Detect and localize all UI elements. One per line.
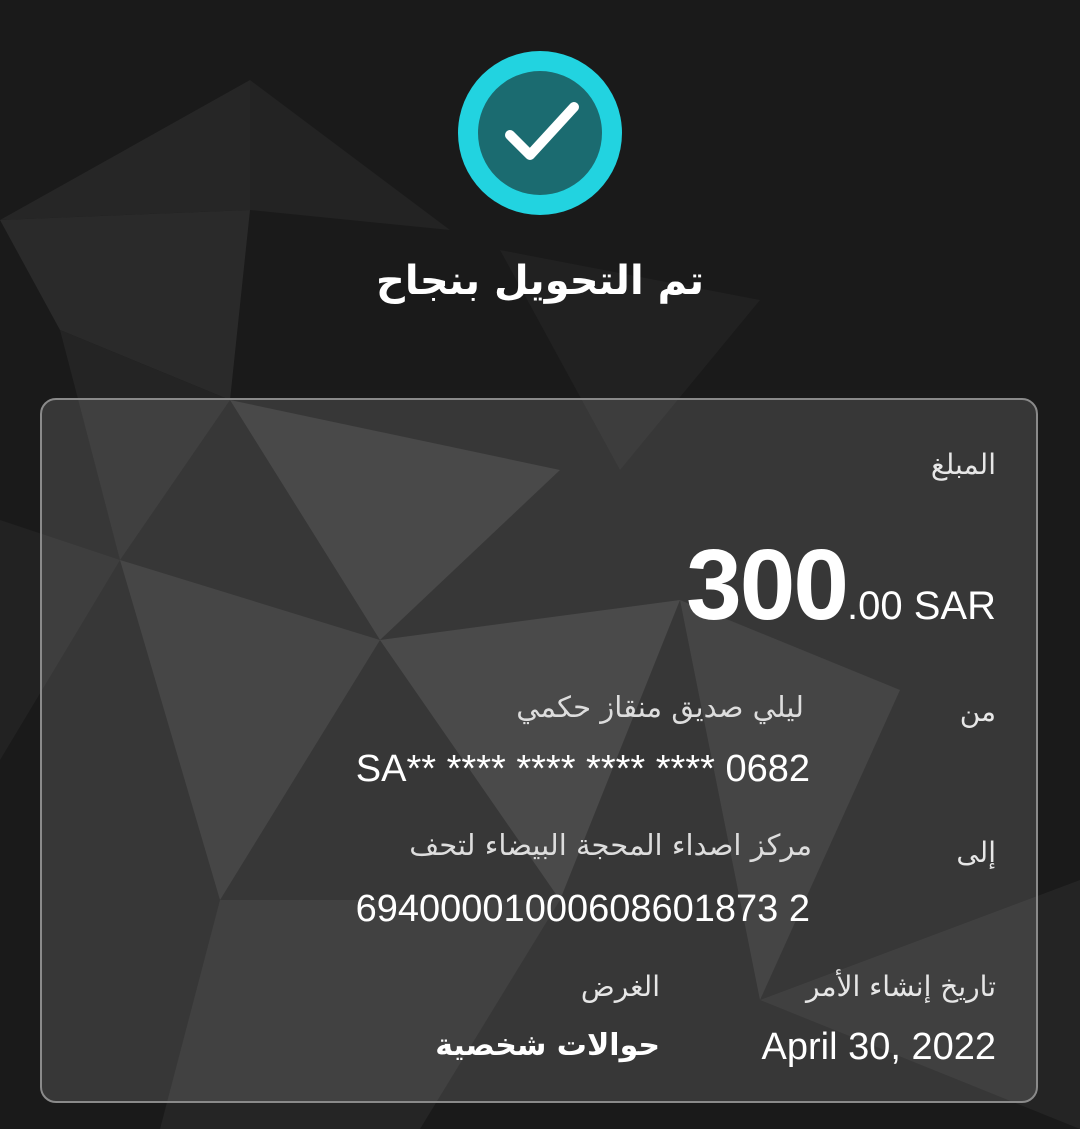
from-account: SA** **** **** **** **** 0682 [355,748,810,790]
transfer-details-card: المبلغ 300.00 SAR من ليلي صديق منقاز حكم… [40,398,1038,1103]
to-label: إلى [956,836,996,869]
amount-decimal: .00 [847,584,903,628]
amount-integer: 300 [686,529,849,641]
amount-label: المبلغ [930,448,996,481]
date-value: April 30, 2022 [761,1026,997,1068]
from-name: ليلي صديق منقاز حكمي [516,690,804,724]
currency-label: SAR [913,584,996,628]
to-account: 69400001000608601873 2 [355,888,810,930]
purpose-label: الغرض [580,970,660,1003]
check-circle-icon [458,51,622,215]
from-label: من [959,695,996,728]
purpose-value: حوالات شخصية [435,1028,660,1063]
amount-value: 300.00 SAR [686,528,996,643]
success-title: تم التحويل بنجاح [376,258,704,304]
date-label: تاريخ إنشاء الأمر [806,970,996,1003]
to-name: مركز اصداء المحجة البيضاء لتحف [409,828,812,862]
